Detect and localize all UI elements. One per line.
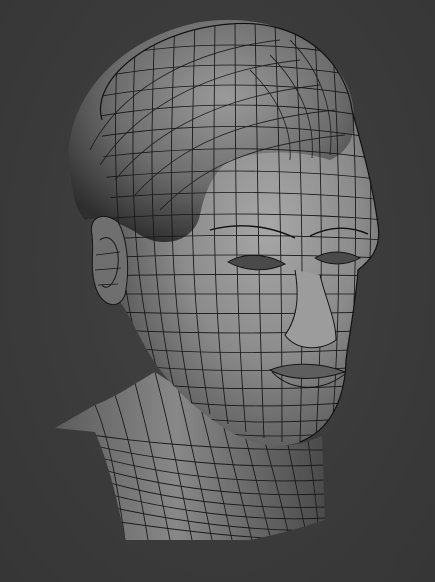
- head-mesh-render: [55, 19, 380, 540]
- 3d-viewport[interactable]: [0, 0, 435, 582]
